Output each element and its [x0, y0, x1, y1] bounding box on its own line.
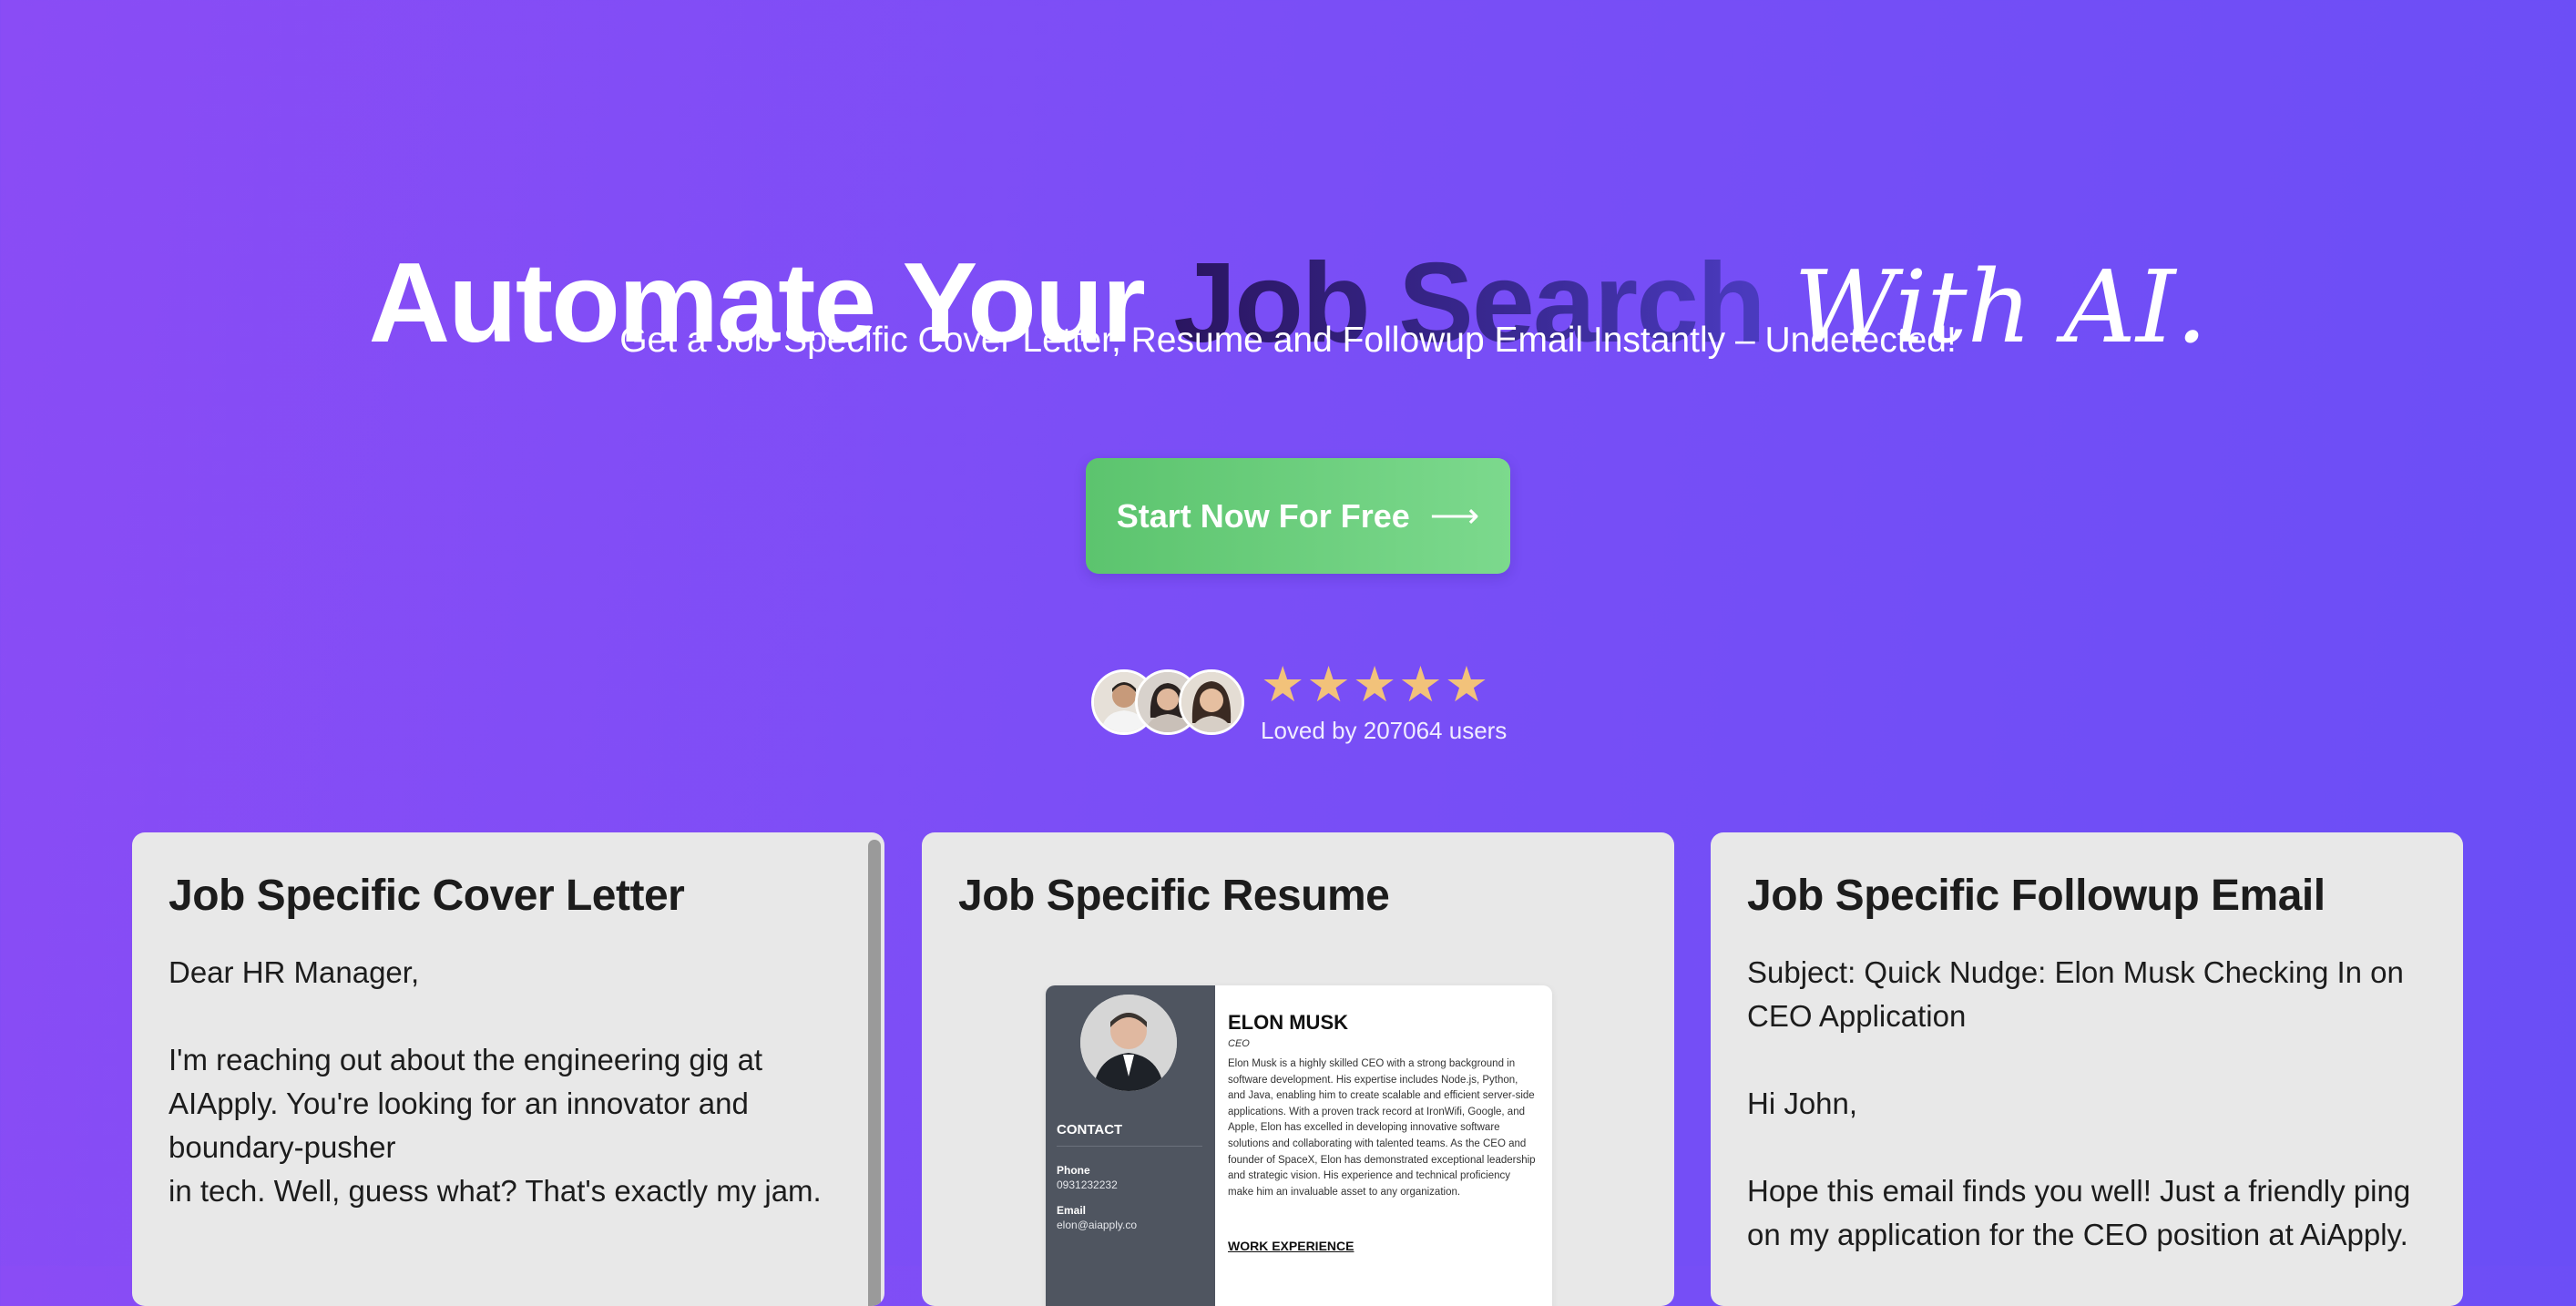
- star-icon: ★: [1444, 656, 1489, 713]
- phone-label: Phone: [1057, 1164, 1090, 1177]
- email-value: elon@aiapply.co: [1057, 1219, 1138, 1231]
- cover-letter-body: Dear HR Manager, I'm reaching out about …: [169, 955, 822, 1208]
- star-icon: ★: [1352, 656, 1397, 713]
- scrollbar[interactable]: [868, 840, 881, 1306]
- resume-name: ELON MUSK: [1228, 1011, 1348, 1034]
- phone-value: 0931232232: [1057, 1178, 1118, 1191]
- hero-subtitle: Get a Job Specific Cover Letter, Resume …: [619, 321, 1957, 360]
- resume-card: Job Specific Resume CONTACT Phone 093123…: [922, 832, 1674, 1306]
- loved-by-text: Loved by 207064 users: [1261, 717, 1508, 744]
- followup-card: Job Specific Followup Email Subject: Qui…: [1711, 832, 2463, 1306]
- work-experience-heading: WORK EXPERIENCE: [1228, 1239, 1354, 1253]
- star-icon: ★: [1261, 656, 1305, 713]
- star-icon: ★: [1398, 656, 1443, 713]
- resume-role: CEO: [1228, 1038, 1250, 1049]
- followup-title: Job Specific Followup Email: [1747, 872, 2326, 920]
- profile-photo: [1080, 995, 1177, 1091]
- contact-heading: CONTACT: [1057, 1122, 1123, 1138]
- arrow-right-icon: ⟶: [1429, 497, 1480, 536]
- resume-title: Job Specific Resume: [958, 872, 1390, 920]
- divider: [1057, 1146, 1202, 1147]
- start-now-button[interactable]: Start Now For Free ⟶: [1086, 458, 1510, 574]
- user-avatar: [1179, 669, 1244, 735]
- cover-letter-card: Job Specific Cover Letter Dear HR Manage…: [132, 832, 884, 1306]
- resume-preview: CONTACT Phone 0931232232 Email elon@aiap…: [1046, 985, 1552, 1306]
- cover-letter-title: Job Specific Cover Letter: [169, 872, 685, 920]
- star-icon: ★: [1306, 656, 1351, 713]
- social-proof: ★ ★ ★ ★ ★ Loved by 207064 users: [1091, 660, 1519, 744]
- start-now-label: Start Now For Free: [1116, 496, 1410, 535]
- email-label: Email: [1057, 1204, 1087, 1217]
- followup-body: Subject: Quick Nudge: Elon Musk Checking…: [1747, 955, 2411, 1251]
- resume-sidebar: CONTACT Phone 0931232232 Email elon@aiap…: [1046, 985, 1215, 1306]
- rating-stars: ★ ★ ★ ★ ★: [1261, 660, 1488, 709]
- resume-summary: Elon Musk is a highly skilled CEO with a…: [1228, 1058, 1536, 1198]
